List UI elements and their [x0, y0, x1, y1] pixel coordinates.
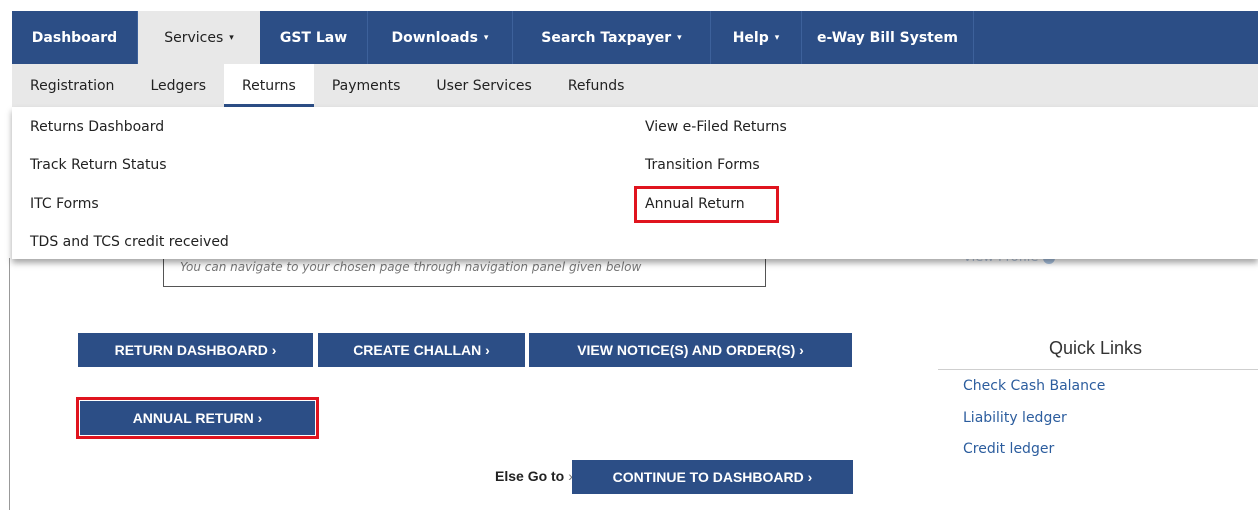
nav-services[interactable]: Services ▾ [138, 11, 260, 64]
quick-link-check-cash-balance[interactable]: Check Cash Balance [963, 378, 1105, 394]
annual-return-button[interactable]: ANNUAL RETURN › [80, 401, 315, 435]
top-navigation-bar: Dashboard Services ▾ GST Law Downloads ▾… [12, 11, 1258, 64]
nav-gst-law-label: GST Law [279, 29, 348, 46]
subnav-refunds[interactable]: Refunds [550, 64, 643, 107]
continue-to-dashboard-button[interactable]: CONTINUE TO DASHBOARD › [572, 460, 853, 494]
nav-eway-bill-label: e-Way Bill System [817, 29, 958, 46]
quick-link-liability-ledger[interactable]: Liability ledger [963, 410, 1067, 426]
nav-downloads-label: Downloads [391, 29, 478, 46]
subnav-ledgers[interactable]: Ledgers [132, 64, 224, 107]
annual-return-menu-highlight [634, 186, 779, 223]
services-sub-navigation: Registration Ledgers Returns Payments Us… [12, 64, 1258, 107]
chevron-down-icon: ▾ [774, 32, 780, 43]
nav-gst-law[interactable]: GST Law [260, 11, 368, 64]
menu-tds-tcs-credit[interactable]: TDS and TCS credit received [30, 234, 229, 250]
nav-help-label: Help [732, 29, 769, 46]
returns-dropdown-menu: Returns Dashboard Track Return Status IT… [12, 107, 1258, 259]
nav-eway-bill[interactable]: e-Way Bill System [802, 11, 974, 64]
menu-returns-dashboard[interactable]: Returns Dashboard [30, 119, 164, 135]
chevron-down-icon: ▾ [677, 32, 682, 43]
menu-view-efiled-returns[interactable]: View e-Filed Returns [645, 119, 787, 135]
nav-search-taxpayer[interactable]: Search Taxpayer ▾ [513, 11, 711, 64]
subnav-user-services[interactable]: User Services [418, 64, 549, 107]
nav-dashboard[interactable]: Dashboard [12, 11, 138, 64]
nav-help[interactable]: Help ▾ [711, 11, 802, 64]
nav-downloads[interactable]: Downloads ▾ [368, 11, 513, 64]
menu-itc-forms[interactable]: ITC Forms [30, 196, 99, 212]
else-go-to-text: Else Go to [495, 468, 565, 484]
navigation-notice-text: You can navigate to your chosen page thr… [180, 260, 642, 274]
chevron-down-icon: ▾ [229, 32, 234, 43]
nav-services-label: Services [164, 29, 224, 46]
quick-link-credit-ledger[interactable]: Credit ledger [963, 441, 1054, 457]
return-dashboard-button[interactable]: RETURN DASHBOARD › [78, 333, 313, 367]
view-notices-orders-button[interactable]: VIEW NOTICE(S) AND ORDER(S) › [529, 333, 852, 367]
quick-links-title: Quick Links [1049, 338, 1143, 358]
content-frame-border [9, 258, 10, 510]
subnav-payments[interactable]: Payments [314, 64, 419, 107]
else-go-to-label: Else Go to» [495, 468, 576, 484]
top-nav-list: Dashboard Services ▾ GST Law Downloads ▾… [12, 11, 1258, 64]
quick-links-divider [938, 369, 1258, 370]
chevron-down-icon: ▾ [483, 32, 489, 43]
create-challan-button[interactable]: CREATE CHALLAN › [318, 333, 525, 367]
menu-transition-forms[interactable]: Transition Forms [645, 157, 760, 173]
nav-search-taxpayer-label: Search Taxpayer [541, 29, 672, 46]
nav-dashboard-label: Dashboard [31, 29, 118, 46]
subnav-registration[interactable]: Registration [12, 64, 132, 107]
subnav-returns[interactable]: Returns [224, 64, 314, 107]
menu-track-return-status[interactable]: Track Return Status [30, 157, 167, 173]
